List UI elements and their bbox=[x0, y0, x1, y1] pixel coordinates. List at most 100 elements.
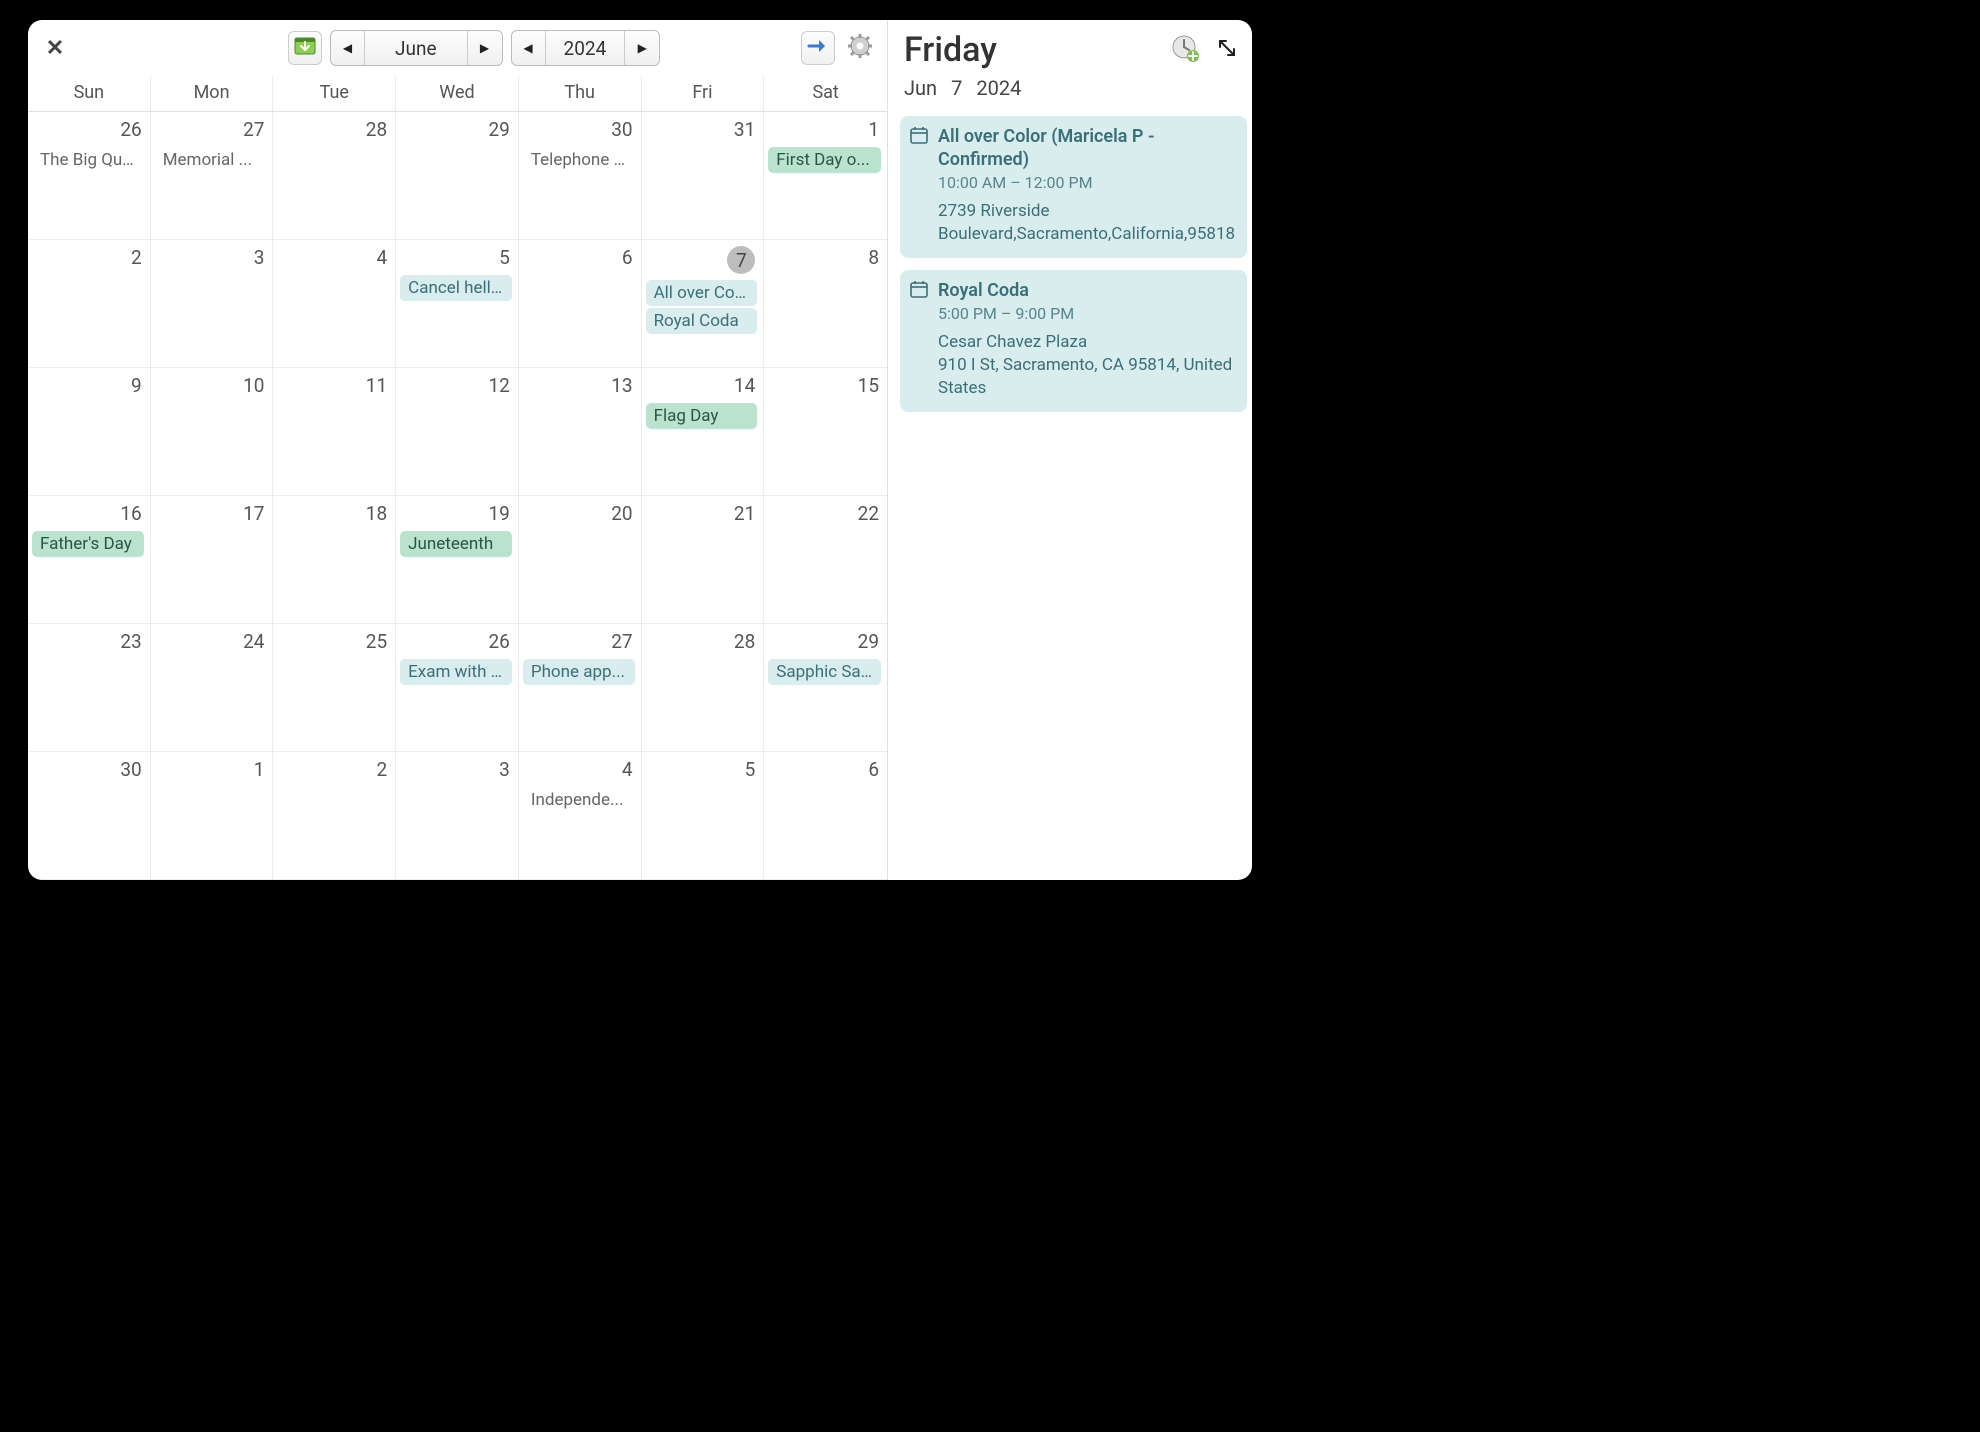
event-chip[interactable]: Telephone ... bbox=[523, 147, 635, 173]
expand-button[interactable] bbox=[1211, 34, 1243, 66]
day-cell[interactable]: 7 All over Col...Royal Coda bbox=[642, 240, 765, 368]
day-number: 13 bbox=[523, 372, 635, 401]
day-number: 5 bbox=[400, 244, 512, 273]
day-number: 20 bbox=[523, 500, 635, 529]
agenda-item[interactable]: Royal Coda5:00 PM – 9:00 PMCesar Chavez … bbox=[900, 270, 1247, 412]
day-cell[interactable]: 26The Big Qu... bbox=[28, 112, 151, 240]
day-number: 2 bbox=[277, 756, 389, 785]
day-number: 2 bbox=[32, 244, 144, 273]
day-number: 28 bbox=[277, 116, 389, 145]
day-cell[interactable]: 15 bbox=[764, 368, 887, 496]
day-cell[interactable]: 6 bbox=[764, 752, 887, 880]
day-number: 3 bbox=[400, 756, 512, 785]
day-cell[interactable]: 25 bbox=[273, 624, 396, 752]
day-cell[interactable]: 21 bbox=[642, 496, 765, 624]
day-cell[interactable]: 1 bbox=[151, 752, 274, 880]
day-cell[interactable]: 18 bbox=[273, 496, 396, 624]
day-number: 29 bbox=[768, 628, 881, 657]
chevron-right-icon bbox=[480, 40, 489, 56]
day-cell[interactable]: 13 bbox=[519, 368, 642, 496]
event-chip[interactable]: Independe... bbox=[523, 787, 635, 813]
day-cell[interactable]: 30Telephone ... bbox=[519, 112, 642, 240]
next-year-button[interactable] bbox=[625, 31, 659, 65]
dow-label: Wed bbox=[396, 76, 519, 111]
day-cell[interactable]: 4 bbox=[273, 240, 396, 368]
day-cell[interactable]: 31 bbox=[642, 112, 765, 240]
agenda-item-title: Royal Coda bbox=[938, 280, 1235, 303]
event-chip[interactable]: First Day o... bbox=[768, 147, 881, 173]
agenda-item-time: 10:00 AM – 12:00 PM bbox=[938, 173, 1235, 192]
event-chip[interactable]: Flag Day bbox=[646, 403, 758, 429]
settings-button[interactable] bbox=[843, 31, 877, 65]
day-cell[interactable]: 28 bbox=[273, 112, 396, 240]
day-cell[interactable]: 20 bbox=[519, 496, 642, 624]
day-cell[interactable]: 1First Day o... bbox=[764, 112, 887, 240]
event-chip[interactable]: Cancel hell... bbox=[400, 275, 512, 301]
event-chip[interactable]: Exam with ... bbox=[400, 659, 512, 685]
prev-month-button[interactable] bbox=[331, 31, 365, 65]
day-number: 14 bbox=[646, 372, 758, 401]
day-number: 9 bbox=[32, 372, 144, 401]
day-number: 15 bbox=[768, 372, 881, 401]
day-cell[interactable]: 28 bbox=[642, 624, 765, 752]
event-chip[interactable]: Juneteenth bbox=[400, 531, 512, 557]
day-number: 18 bbox=[277, 500, 389, 529]
day-cell[interactable]: 24 bbox=[151, 624, 274, 752]
event-chip[interactable]: Memorial ... bbox=[155, 147, 267, 173]
day-cell[interactable]: 17 bbox=[151, 496, 274, 624]
event-chip[interactable]: The Big Qu... bbox=[32, 147, 144, 173]
day-cell[interactable]: 10 bbox=[151, 368, 274, 496]
day-cell[interactable]: 19Juneteenth bbox=[396, 496, 519, 624]
day-cell[interactable]: 5Cancel hell... bbox=[396, 240, 519, 368]
day-cell[interactable]: 27Phone app... bbox=[519, 624, 642, 752]
day-cell[interactable]: 30 bbox=[28, 752, 151, 880]
prev-year-button[interactable] bbox=[512, 31, 546, 65]
goto-today-button[interactable] bbox=[801, 31, 835, 65]
day-cell[interactable]: 12 bbox=[396, 368, 519, 496]
day-cell[interactable]: 8 bbox=[764, 240, 887, 368]
add-event-button[interactable] bbox=[1169, 34, 1201, 66]
event-chip[interactable]: Father's Day bbox=[32, 531, 144, 557]
day-cell[interactable]: 29 bbox=[396, 112, 519, 240]
event-chip[interactable]: Phone app... bbox=[523, 659, 635, 685]
dow-label: Mon bbox=[151, 76, 274, 111]
day-number: 6 bbox=[768, 756, 881, 785]
day-cell[interactable]: 11 bbox=[273, 368, 396, 496]
day-cell[interactable]: 2 bbox=[273, 752, 396, 880]
agenda-item[interactable]: All over Color (Maricela P - Confirmed)1… bbox=[900, 116, 1247, 258]
event-chip[interactable]: Royal Coda bbox=[646, 308, 758, 334]
day-cell[interactable]: 22 bbox=[764, 496, 887, 624]
day-number: 12 bbox=[400, 372, 512, 401]
arrow-right-icon bbox=[807, 37, 829, 59]
day-cell[interactable]: 23 bbox=[28, 624, 151, 752]
day-number: 22 bbox=[768, 500, 881, 529]
day-cell[interactable]: 14Flag Day bbox=[642, 368, 765, 496]
day-number: 7 bbox=[646, 244, 758, 278]
day-cell[interactable]: 5 bbox=[642, 752, 765, 880]
clock-add-icon bbox=[1171, 34, 1199, 66]
dow-label: Thu bbox=[519, 76, 642, 111]
selected-day-indicator: 7 bbox=[727, 246, 755, 274]
event-chip[interactable]: Sapphic Sa... bbox=[768, 659, 881, 685]
day-number: 1 bbox=[768, 116, 881, 145]
day-panel-dow: Friday bbox=[904, 30, 1169, 70]
month-label[interactable]: June bbox=[365, 31, 468, 65]
day-cell[interactable]: 4Independe... bbox=[519, 752, 642, 880]
day-cell[interactable]: 27Memorial ... bbox=[151, 112, 274, 240]
next-month-button[interactable] bbox=[468, 31, 502, 65]
day-cell[interactable]: 6 bbox=[519, 240, 642, 368]
day-cell[interactable]: 9 bbox=[28, 368, 151, 496]
event-chip[interactable]: All over Col... bbox=[646, 280, 758, 306]
day-cell[interactable]: 26Exam with ... bbox=[396, 624, 519, 752]
import-calendar-button[interactable] bbox=[288, 31, 322, 65]
agenda-list: All over Color (Maricela P - Confirmed)1… bbox=[900, 110, 1247, 880]
day-number: 16 bbox=[32, 500, 144, 529]
dow-label: Sun bbox=[28, 76, 151, 111]
day-cell[interactable]: 2 bbox=[28, 240, 151, 368]
day-cell[interactable]: 16Father's Day bbox=[28, 496, 151, 624]
day-cell[interactable]: 3 bbox=[151, 240, 274, 368]
close-button[interactable]: ✕ bbox=[38, 31, 72, 65]
day-cell[interactable]: 29Sapphic Sa... bbox=[764, 624, 887, 752]
year-label[interactable]: 2024 bbox=[546, 31, 626, 65]
day-cell[interactable]: 3 bbox=[396, 752, 519, 880]
